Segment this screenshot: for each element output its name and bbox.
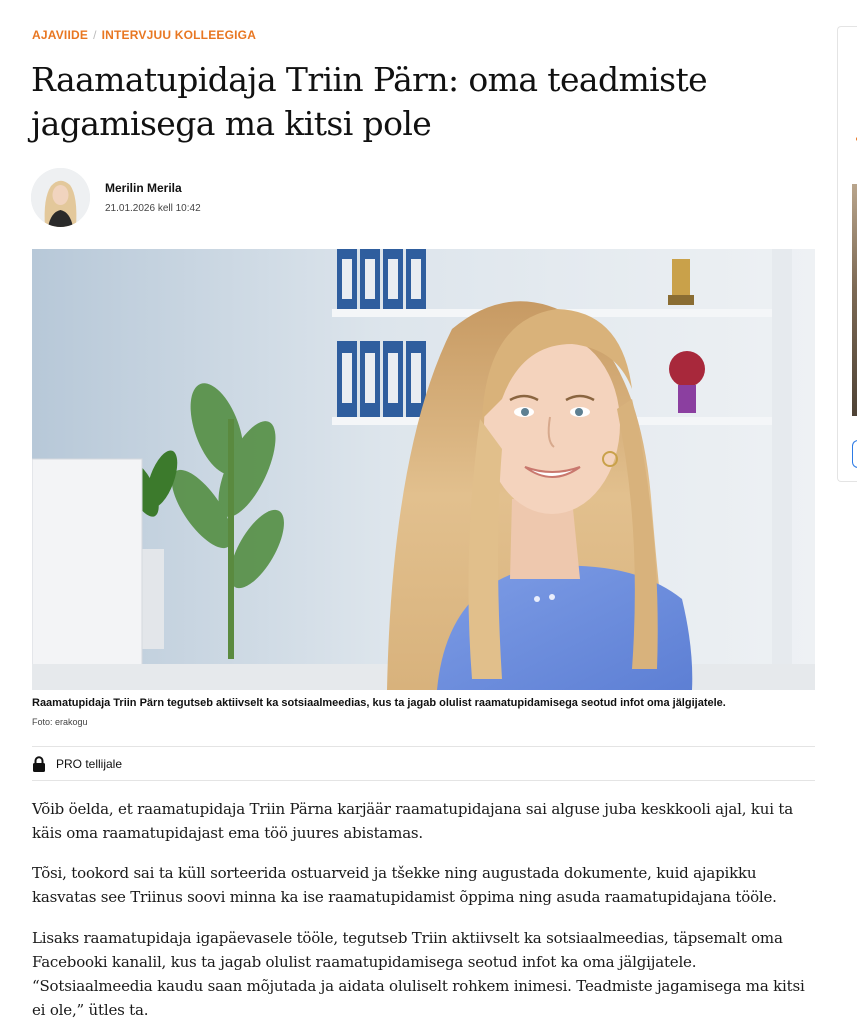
article-hero-image <box>32 249 815 690</box>
image-credit: Foto: erakogu <box>32 717 88 727</box>
author-avatar[interactable] <box>31 168 90 227</box>
image-caption: Raamatupidaja Triin Pärn tegutseb aktiiv… <box>32 697 726 709</box>
divider <box>32 746 815 747</box>
article-paragraph: Võib öelda, et raamatupidaja Triin Pärna… <box>32 800 793 842</box>
breadcrumb-section-link[interactable]: AJAVIIDE <box>32 28 88 42</box>
divider <box>32 780 815 781</box>
article-paragraph: Lisaks raamatupidaja igapäevasele tööle,… <box>32 929 805 1019</box>
lock-icon <box>33 756 45 772</box>
rail-thumbnail[interactable] <box>852 184 857 416</box>
publish-date: 21.01.2026 kell 10:42 <box>105 203 201 214</box>
rail-button[interactable] <box>852 440 857 468</box>
breadcrumb: AJAVIIDE / INTERVJUU KOLLEEGIGA <box>32 28 256 42</box>
breadcrumb-separator: / <box>93 28 97 42</box>
author-name[interactable]: Merilin Merila <box>105 181 182 195</box>
article-title: Raamatupidaja Triin Pärn: oma teadmiste … <box>31 60 708 143</box>
pro-badge: PRO tellijale <box>32 756 122 772</box>
pro-badge-label: PRO tellijale <box>56 757 123 771</box>
article-paragraph: Tõsi, tookord sai ta küll sorteerida ost… <box>32 864 777 906</box>
right-rail-card[interactable] <box>837 26 857 482</box>
breadcrumb-subsection-link[interactable]: INTERVJUU KOLLEEGIGA <box>102 28 256 42</box>
